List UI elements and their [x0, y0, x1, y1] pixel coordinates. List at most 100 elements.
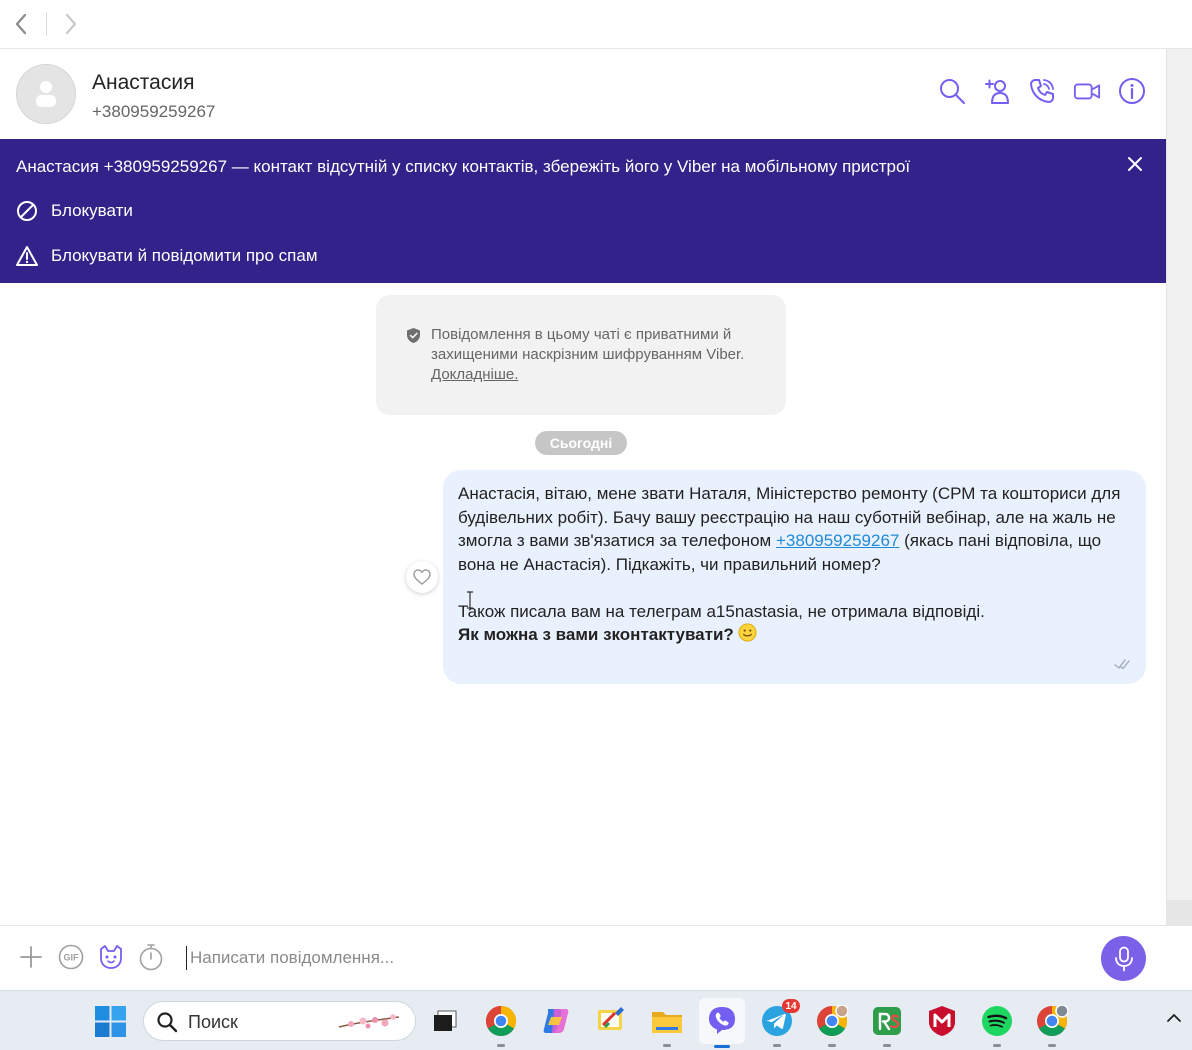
timer-button[interactable]: [137, 943, 165, 971]
running-indicator: [828, 1044, 836, 1047]
encryption-notice: Повідомлення в цьому чаті є приватними й…: [376, 295, 786, 415]
paint-icon: [598, 1007, 624, 1030]
windows-taskbar: Поиск 14: [0, 990, 1192, 1050]
taskbar-chrome-profile[interactable]: [815, 1004, 849, 1047]
outgoing-message[interactable]: Анастасія, вітаю, мене звати Наталя, Мін…: [443, 470, 1146, 684]
gif-button[interactable]: GIF: [57, 943, 85, 971]
info-icon: [1119, 78, 1145, 104]
date-separator: Сьогодні: [535, 431, 627, 455]
sakura-branch-icon: [338, 1014, 400, 1029]
call-button[interactable]: [1028, 77, 1056, 105]
avatar[interactable]: [16, 64, 76, 124]
shield-icon: [407, 328, 420, 343]
viber-icon: [709, 1007, 735, 1034]
chrome-icon: [817, 1005, 848, 1037]
chevron-up-icon[interactable]: [1166, 1012, 1182, 1024]
active-indicator: [714, 1045, 730, 1048]
encryption-notice-text: Повідомлення в цьому чаті є приватними й…: [431, 325, 761, 385]
timer-icon: [139, 944, 163, 971]
svg-text:GIF: GIF: [64, 953, 80, 963]
header-actions: [938, 77, 1146, 105]
copilot-icon: [543, 1009, 569, 1033]
scrollbar-track[interactable]: [1166, 49, 1192, 925]
chevron-left-icon: [15, 13, 27, 35]
voice-message-button[interactable]: [1101, 936, 1146, 981]
top-navigation: [0, 0, 1192, 49]
taskbar-telegram[interactable]: 14: [760, 999, 800, 1047]
task-view-button[interactable]: [428, 1004, 462, 1038]
search-label: Поиск: [188, 1012, 238, 1032]
running-indicator: [773, 1044, 781, 1047]
learn-more-link[interactable]: Докладніше.: [431, 366, 518, 383]
message-telegram-line: Також писала вам на телеграм a15nastasia…: [458, 601, 985, 621]
taskbar-spotify[interactable]: [980, 1004, 1014, 1047]
block-and-report-spam-button[interactable]: Блокувати й повідомити про спам: [16, 242, 318, 270]
taskbar-search[interactable]: Поиск: [143, 1001, 416, 1041]
block-button[interactable]: Блокувати: [16, 197, 133, 225]
taskbar-chrome[interactable]: [484, 1004, 518, 1047]
warning-icon: [16, 246, 38, 266]
video-call-icon: [1073, 83, 1101, 100]
message-input[interactable]: [190, 944, 1070, 972]
running-indicator: [993, 1044, 1001, 1047]
smile-emoji-icon: [738, 623, 757, 642]
taskbar-mcafee[interactable]: [925, 1004, 959, 1038]
back-button[interactable]: [8, 10, 34, 38]
chevron-right-icon: [65, 13, 77, 35]
attach-button[interactable]: [17, 943, 45, 971]
viber-window: Анастасия +380959259267 Анастасия +38095…: [0, 0, 1192, 1050]
block-spam-label: Блокувати й повідомити про спам: [51, 246, 318, 265]
sticker-button[interactable]: [97, 943, 125, 971]
search-icon: [157, 1012, 178, 1033]
taskbar-rs-app[interactable]: [870, 1004, 904, 1047]
running-indicator: [663, 1044, 671, 1047]
taskbar-file-explorer[interactable]: [650, 1004, 684, 1047]
running-indicator: [497, 1044, 505, 1047]
unknown-contact-banner: Анастасия +380959259267 — контакт відсут…: [0, 139, 1166, 283]
sticker-icon: [100, 945, 122, 969]
spotify-icon: [982, 1006, 1012, 1036]
text-cursor-icon: [467, 591, 473, 609]
search-button[interactable]: [938, 77, 966, 105]
running-indicator: [883, 1044, 891, 1047]
forward-button[interactable]: [58, 10, 84, 38]
rs-app-icon: [873, 1007, 901, 1035]
search-icon: [940, 79, 965, 104]
chrome-icon: [1037, 1005, 1068, 1037]
message-bold-question: Як можна з вами зконтактувати?: [458, 625, 734, 644]
phone-link[interactable]: +380959259267: [776, 531, 899, 550]
info-button[interactable]: [1118, 77, 1146, 105]
taskbar-viber[interactable]: [699, 998, 745, 1048]
like-button[interactable]: [406, 561, 438, 593]
taskbar-paint[interactable]: [594, 1004, 628, 1038]
block-label: Блокувати: [51, 201, 133, 220]
message-composer: GIF: [0, 925, 1192, 990]
taskbar-copilot[interactable]: [539, 1004, 573, 1038]
nav-divider: [46, 12, 47, 36]
chrome-icon: [485, 1006, 517, 1037]
text-caret: [186, 946, 187, 970]
unread-badge: 14: [782, 999, 800, 1013]
scrollbar-thumb[interactable]: [1166, 900, 1192, 925]
contact-phone: +380959259267: [92, 102, 216, 121]
add-participant-button[interactable]: [983, 77, 1011, 105]
video-call-button[interactable]: [1073, 77, 1101, 105]
plus-icon: [20, 946, 42, 968]
person-icon: [36, 81, 56, 107]
contact-name[interactable]: Анастасия: [92, 71, 194, 95]
message-text: Анастасія, вітаю, мене звати Наталя, Мін…: [458, 482, 1138, 647]
folder-icon: [652, 1012, 682, 1033]
task-view-icon: [434, 1010, 457, 1031]
banner-close-button[interactable]: [1124, 153, 1146, 175]
block-icon: [17, 201, 37, 221]
mcafee-icon: [929, 1006, 955, 1036]
message-list[interactable]: Повідомлення в цьому чаті є приватними й…: [0, 283, 1166, 925]
call-icon: [1030, 79, 1054, 103]
taskbar-chrome-profile-2[interactable]: [1035, 1004, 1069, 1047]
windows-start-icon[interactable]: [95, 1006, 126, 1037]
banner-message: Анастасия +380959259267 — контакт відсут…: [16, 157, 911, 176]
seen-status-icon: [1114, 659, 1130, 670]
gif-icon: GIF: [58, 944, 84, 970]
heart-icon: [413, 569, 431, 585]
encryption-text: Повідомлення в цьому чаті є приватними й…: [431, 326, 745, 363]
